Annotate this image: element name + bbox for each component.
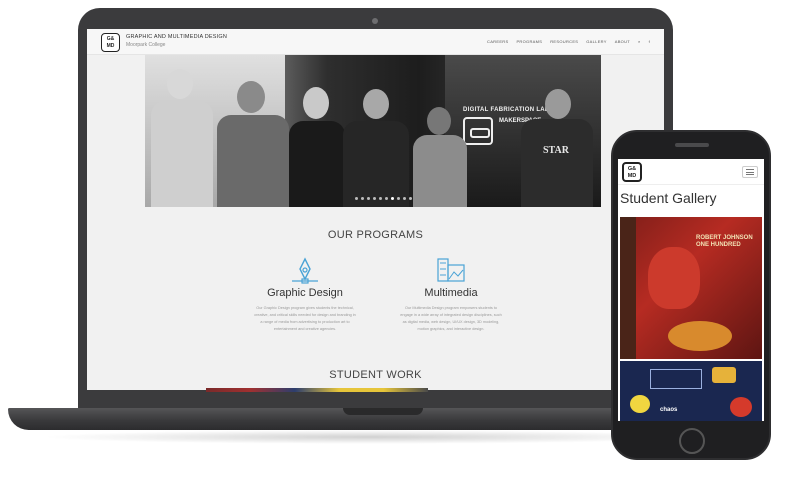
art-face — [648, 247, 700, 309]
search-icon[interactable]: ⌕ — [638, 39, 641, 44]
mobile-header: G& MD — [618, 159, 764, 185]
pen-tool-icon — [290, 257, 320, 285]
carousel-dot[interactable] — [361, 197, 364, 200]
art-chart — [650, 369, 702, 389]
art-spine — [620, 217, 636, 359]
phone-home-button[interactable] — [679, 428, 705, 454]
carousel-dot[interactable] — [355, 197, 358, 200]
carousel-dot[interactable] — [379, 197, 382, 200]
programs-heading: OUR PROGRAMS — [327, 229, 424, 241]
student-work-strip — [206, 388, 428, 392]
carousel-dot[interactable] — [403, 197, 406, 200]
program-description: Our Graphic Design program gives student… — [254, 306, 356, 331]
art2-text: chaos — [660, 407, 678, 413]
art-red-circle — [730, 397, 752, 417]
person-6: STAR — [517, 89, 595, 207]
person-5 — [411, 107, 469, 207]
laptop-screen: G& MD GRAPHIC AND MULTIMEDIA DESIGN Moorp… — [87, 29, 664, 390]
nav-programs[interactable]: PROGRAMS — [516, 39, 542, 44]
person-1 — [147, 69, 217, 207]
carousel-dot[interactable] — [409, 197, 412, 200]
laptop-shadow — [40, 430, 700, 444]
hamburger-menu-icon[interactable] — [742, 166, 758, 178]
program-graphic-design[interactable]: Graphic Design Our Graphic Design progra… — [245, 257, 365, 333]
mobile-logo[interactable]: G& MD — [622, 162, 642, 182]
art-bag — [712, 367, 736, 383]
student-work-heading: STUDENT WORK — [329, 369, 422, 381]
phone-speaker — [675, 143, 709, 147]
site-subtitle: Moorpark College — [126, 42, 166, 48]
program-multimedia[interactable]: Multimedia Our Multimedia Design program… — [391, 257, 511, 333]
laptop-notch — [343, 408, 423, 415]
laptop-camera — [372, 18, 378, 24]
art-guitar — [668, 321, 732, 351]
art-yellow-circle — [630, 395, 650, 413]
nav-careers[interactable]: CAREERS — [487, 39, 508, 44]
carousel-dot[interactable] — [367, 197, 370, 200]
shirt-text: STAR — [543, 145, 569, 156]
program-name[interactable]: Multimedia — [391, 287, 511, 299]
hero-photo: DIGITAL FABRICATION LAB MAKERSPACE STAR — [145, 55, 601, 207]
facebook-icon[interactable]: f — [649, 39, 650, 44]
phone-mockup: G& MD Student Gallery ROBERT JOHNSON ONE H… — [611, 130, 771, 460]
carousel-dots — [355, 197, 412, 200]
carousel-dot-active[interactable] — [391, 197, 394, 200]
gallery-artwork-1[interactable]: ROBERT JOHNSON ONE HUNDRED — [620, 217, 762, 359]
person-4 — [341, 89, 411, 207]
nav-resources[interactable]: RESOURCES — [550, 39, 578, 44]
art1-label: ROBERT JOHNSON ONE HUNDRED — [696, 235, 753, 248]
gallery-artwork-2[interactable]: chaos — [620, 361, 762, 421]
carousel-dot[interactable] — [397, 197, 400, 200]
phone-screen: G& MD Student Gallery ROBERT JOHNSON ONE H… — [618, 159, 764, 421]
nav-gallery[interactable]: GALLERY — [586, 39, 606, 44]
laptop-mockup: G& MD GRAPHIC AND MULTIMEDIA DESIGN Moorp… — [78, 8, 673, 408]
site-nav: CAREERS PROGRAMS RESOURCES GALLERY ABOUT… — [487, 39, 650, 44]
program-description: Our Multimedia Design program empowers s… — [400, 306, 502, 331]
site-title[interactable]: GRAPHIC AND MULTIMEDIA DESIGN — [126, 34, 227, 40]
site-logo[interactable]: G& MD — [101, 33, 120, 52]
person-2 — [213, 81, 293, 207]
film-image-icon — [436, 257, 466, 285]
mobile-page-title: Student Gallery — [620, 190, 717, 206]
site-header: G& MD GRAPHIC AND MULTIMEDIA DESIGN Moorp… — [87, 29, 664, 55]
program-name[interactable]: Graphic Design — [245, 287, 365, 299]
carousel-dot[interactable] — [373, 197, 376, 200]
nav-about[interactable]: ABOUT — [615, 39, 630, 44]
person-3 — [285, 87, 349, 207]
carousel-dot[interactable] — [385, 197, 388, 200]
